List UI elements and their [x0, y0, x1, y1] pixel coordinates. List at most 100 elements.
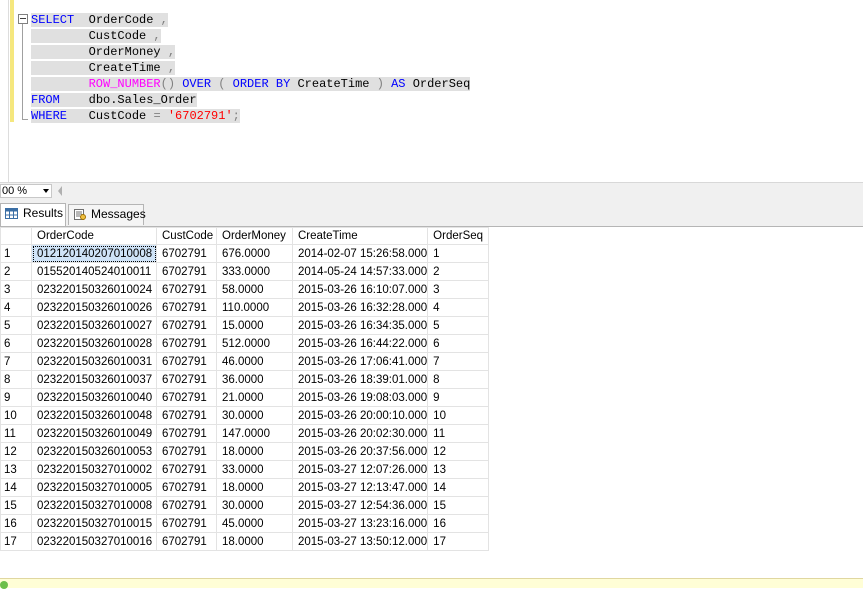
- column-header-ordermoney[interactable]: OrderMoney: [216, 227, 293, 245]
- row-number-cell[interactable]: 15: [0, 496, 32, 515]
- zoom-dropdown[interactable]: 00 %: [0, 184, 52, 198]
- tab-messages[interactable]: Messages: [68, 204, 146, 225]
- table-cell[interactable]: 33.0000: [216, 460, 293, 479]
- table-row[interactable]: 13 023220150327010002 6702791 33.0000 2015-0…: [0, 460, 490, 479]
- table-cell[interactable]: 2014-05-24 14:57:33.000: [291, 262, 429, 281]
- table-cell[interactable]: 2: [427, 262, 490, 281]
- table-cell[interactable]: 6702791: [156, 424, 217, 443]
- table-cell[interactable]: 2015-03-26 16:32:28.000: [291, 298, 429, 317]
- table-row[interactable]: 1 012120140207010008 6702791 676.0000 2014-0…: [0, 244, 490, 263]
- table-cell[interactable]: 8: [427, 370, 490, 389]
- table-cell[interactable]: 2015-03-27 13:23:16.000: [291, 514, 429, 533]
- table-cell[interactable]: 30.0000: [216, 406, 293, 425]
- row-number-header[interactable]: [0, 227, 32, 245]
- table-cell[interactable]: 6702791: [156, 460, 217, 479]
- table-cell[interactable]: 2015-03-26 16:34:35.000: [291, 316, 429, 335]
- table-cell[interactable]: 6702791: [156, 262, 217, 281]
- column-header-createtime[interactable]: CreateTime: [291, 227, 429, 245]
- row-number-cell[interactable]: 2: [0, 262, 32, 281]
- table-cell[interactable]: 17: [427, 532, 490, 551]
- scroll-left-icon[interactable]: [58, 186, 62, 196]
- table-cell[interactable]: 58.0000: [216, 280, 293, 299]
- table-cell[interactable]: 023220150326010024: [31, 280, 157, 299]
- table-row[interactable]: 4 023220150326010026 6702791 110.0000 2015-0…: [0, 298, 490, 317]
- row-number-cell[interactable]: 11: [0, 424, 32, 443]
- table-cell[interactable]: 023220150326010048: [31, 406, 157, 425]
- table-cell[interactable]: 023220150326010049: [31, 424, 157, 443]
- table-cell[interactable]: 6702791: [156, 280, 217, 299]
- table-cell[interactable]: 45.0000: [216, 514, 293, 533]
- table-cell[interactable]: 023220150326010027: [31, 316, 157, 335]
- table-cell[interactable]: 13: [427, 460, 490, 479]
- table-cell[interactable]: 18.0000: [216, 532, 293, 551]
- table-row[interactable]: 9 023220150326010040 6702791 21.0000 2015-03…: [0, 388, 490, 407]
- table-cell[interactable]: 7: [427, 352, 490, 371]
- table-cell[interactable]: 147.0000: [216, 424, 293, 443]
- table-cell[interactable]: 18.0000: [216, 478, 293, 497]
- code-line[interactable]: OrderMoney ,: [31, 44, 470, 60]
- table-cell[interactable]: 2015-03-27 13:50:12.000: [291, 532, 429, 551]
- table-row[interactable]: 15 023220150327010008 6702791 30.0000 2015-0…: [0, 496, 490, 515]
- table-cell[interactable]: 676.0000: [216, 244, 293, 263]
- table-cell[interactable]: 6702791: [156, 316, 217, 335]
- table-cell[interactable]: 512.0000: [216, 334, 293, 353]
- table-cell[interactable]: 6702791: [156, 514, 217, 533]
- code-line[interactable]: FROM dbo.Sales_Order: [31, 92, 470, 108]
- table-row[interactable]: 14 023220150327010005 6702791 18.0000 2015-0…: [0, 478, 490, 497]
- table-cell[interactable]: 15: [427, 496, 490, 515]
- code-line[interactable]: CreateTime ,: [31, 60, 470, 76]
- table-cell[interactable]: 023220150326010037: [31, 370, 157, 389]
- table-cell[interactable]: 015520140524010011: [31, 262, 157, 281]
- table-cell[interactable]: 023220150326010053: [31, 442, 157, 461]
- table-cell[interactable]: 023220150327010015: [31, 514, 157, 533]
- table-cell[interactable]: 6702791: [156, 244, 217, 263]
- table-cell[interactable]: 2015-03-26 17:06:41.000: [291, 352, 429, 371]
- row-number-cell[interactable]: 5: [0, 316, 32, 335]
- table-cell[interactable]: 2015-03-26 16:10:07.000: [291, 280, 429, 299]
- table-cell[interactable]: 6702791: [156, 442, 217, 461]
- row-number-cell[interactable]: 12: [0, 442, 32, 461]
- table-cell[interactable]: 15.0000: [216, 316, 293, 335]
- table-cell[interactable]: 023220150326010028: [31, 334, 157, 353]
- row-number-cell[interactable]: 8: [0, 370, 32, 389]
- row-number-cell[interactable]: 3: [0, 280, 32, 299]
- table-row[interactable]: 12 023220150326010053 6702791 18.0000 2015-0…: [0, 442, 490, 461]
- table-cell[interactable]: 023220150327010005: [31, 478, 157, 497]
- table-cell[interactable]: 2015-03-26 18:39:01.000: [291, 370, 429, 389]
- table-cell[interactable]: 023220150327010016: [31, 532, 157, 551]
- table-cell[interactable]: 2015-03-27 12:13:47.000: [291, 478, 429, 497]
- code-line[interactable]: SELECT OrderCode ,: [31, 12, 470, 28]
- table-cell[interactable]: 21.0000: [216, 388, 293, 407]
- table-cell[interactable]: 6702791: [156, 496, 217, 515]
- table-cell[interactable]: 6702791: [156, 352, 217, 371]
- table-cell[interactable]: 023220150327010002: [31, 460, 157, 479]
- table-row[interactable]: 10 023220150326010048 6702791 30.0000 2015-0…: [0, 406, 490, 425]
- table-cell[interactable]: 6702791: [156, 478, 217, 497]
- row-number-cell[interactable]: 17: [0, 532, 32, 551]
- results-grid[interactable]: OrderCode CustCode OrderMoney CreateTime Ord…: [0, 227, 863, 578]
- table-cell[interactable]: 9: [427, 388, 490, 407]
- row-number-cell[interactable]: 7: [0, 352, 32, 371]
- table-cell[interactable]: 12: [427, 442, 490, 461]
- table-cell[interactable]: 46.0000: [216, 352, 293, 371]
- column-header-custcode[interactable]: CustCode: [156, 227, 217, 245]
- table-row[interactable]: 8 023220150326010037 6702791 36.0000 2015-03…: [0, 370, 490, 389]
- row-number-cell[interactable]: 4: [0, 298, 32, 317]
- code-line[interactable]: ROW_NUMBER() OVER ( ORDER BY CreateTime …: [31, 76, 471, 92]
- tab-results[interactable]: Results: [0, 203, 66, 226]
- table-row[interactable]: 11 023220150326010049 6702791 147.0000 2015-…: [0, 424, 490, 443]
- table-row[interactable]: 5 023220150326010027 6702791 15.0000 2015-03…: [0, 316, 490, 335]
- table-cell[interactable]: 10: [427, 406, 490, 425]
- table-cell[interactable]: 2014-02-07 15:26:58.000: [291, 244, 429, 263]
- table-row[interactable]: 17 023220150327010016 6702791 18.0000 2015-0…: [0, 532, 490, 551]
- table-cell[interactable]: 6702791: [156, 298, 217, 317]
- code-line[interactable]: CustCode ,: [31, 28, 470, 44]
- table-cell[interactable]: 16: [427, 514, 490, 533]
- table-cell[interactable]: 023220150326010040: [31, 388, 157, 407]
- table-cell[interactable]: 18.0000: [216, 442, 293, 461]
- table-cell[interactable]: 023220150326010026: [31, 298, 157, 317]
- table-cell[interactable]: 110.0000: [216, 298, 293, 317]
- row-number-cell[interactable]: 1: [0, 244, 32, 263]
- table-cell[interactable]: 6702791: [156, 532, 217, 551]
- table-cell[interactable]: 333.0000: [216, 262, 293, 281]
